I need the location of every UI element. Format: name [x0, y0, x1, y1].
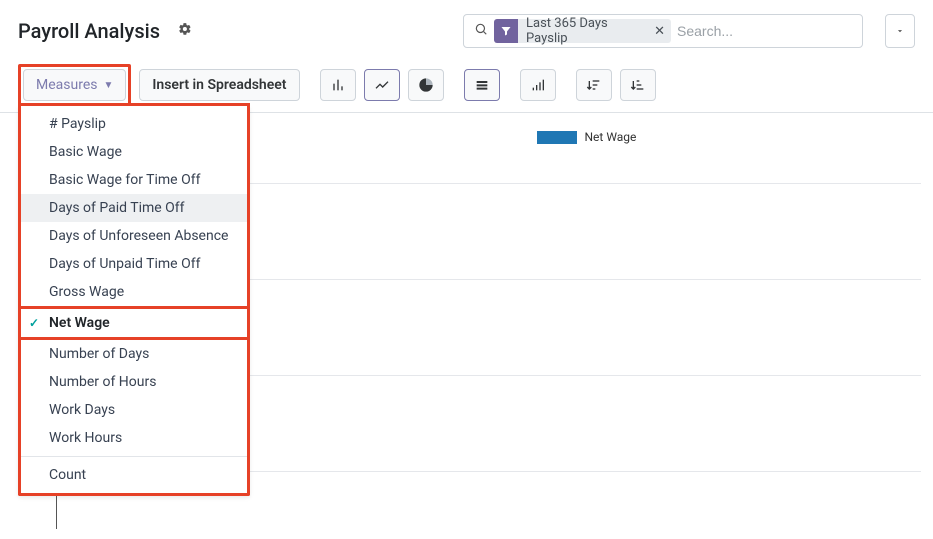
measures-label: Measures: [36, 77, 97, 93]
measure-option-count[interactable]: Count: [21, 461, 247, 489]
dropdown-divider: [21, 456, 247, 457]
filter-chip[interactable]: Last 365 Days Payslip ✕: [494, 19, 671, 43]
chart-legend: Net Wage: [537, 130, 637, 144]
filter-chip-remove[interactable]: ✕: [648, 19, 671, 43]
measure-option[interactable]: Gross Wage: [21, 278, 247, 306]
measure-option[interactable]: Work Hours: [21, 424, 247, 452]
legend-swatch: [537, 131, 577, 144]
search-dropdown-toggle[interactable]: [885, 14, 915, 48]
page-title: Payroll Analysis: [18, 19, 160, 43]
bar-chart-button[interactable]: [320, 69, 356, 101]
measure-option-selected[interactable]: ✓Net Wage: [21, 306, 247, 340]
measure-option[interactable]: # Payslip: [21, 110, 247, 138]
search-input[interactable]: [677, 23, 858, 39]
measure-option[interactable]: Days of Unpaid Time Off: [21, 250, 247, 278]
measure-option[interactable]: Basic Wage for Time Off: [21, 166, 247, 194]
caret-down-icon: ▼: [103, 80, 113, 91]
pie-chart-button[interactable]: [408, 69, 444, 101]
measure-option[interactable]: Number of Hours: [21, 368, 247, 396]
header-bar: Payroll Analysis Last 365 Days Payslip ✕: [0, 0, 933, 58]
measure-option[interactable]: Basic Wage: [21, 138, 247, 166]
sort-asc-button[interactable]: [620, 69, 656, 101]
measures-button[interactable]: Measures ▼: [23, 69, 126, 101]
gear-icon[interactable]: [178, 22, 192, 40]
filter-chip-label: Last 365 Days Payslip: [518, 19, 648, 43]
measure-option[interactable]: Number of Days: [21, 340, 247, 368]
measure-option[interactable]: Work Days: [21, 396, 247, 424]
legend-label: Net Wage: [585, 130, 637, 144]
measure-option[interactable]: Days of Unforeseen Absence: [21, 222, 247, 250]
search-bar[interactable]: Last 365 Days Payslip ✕: [463, 14, 863, 48]
insert-spreadsheet-button[interactable]: Insert in Spreadsheet: [139, 69, 299, 101]
measure-option[interactable]: Days of Paid Time Off: [21, 194, 247, 222]
filter-icon: [494, 19, 518, 43]
measures-callout: Measures ▼: [18, 64, 131, 106]
measures-dropdown: # Payslip Basic Wage Basic Wage for Time…: [18, 106, 250, 496]
check-icon: ✓: [29, 316, 39, 330]
insert-spreadsheet-label: Insert in Spreadsheet: [152, 77, 286, 93]
line-chart-button[interactable]: [364, 69, 400, 101]
search-icon: [474, 22, 488, 40]
sort-desc-button[interactable]: [576, 69, 612, 101]
stacked-button[interactable]: [464, 69, 500, 101]
cumulative-button[interactable]: [520, 69, 556, 101]
